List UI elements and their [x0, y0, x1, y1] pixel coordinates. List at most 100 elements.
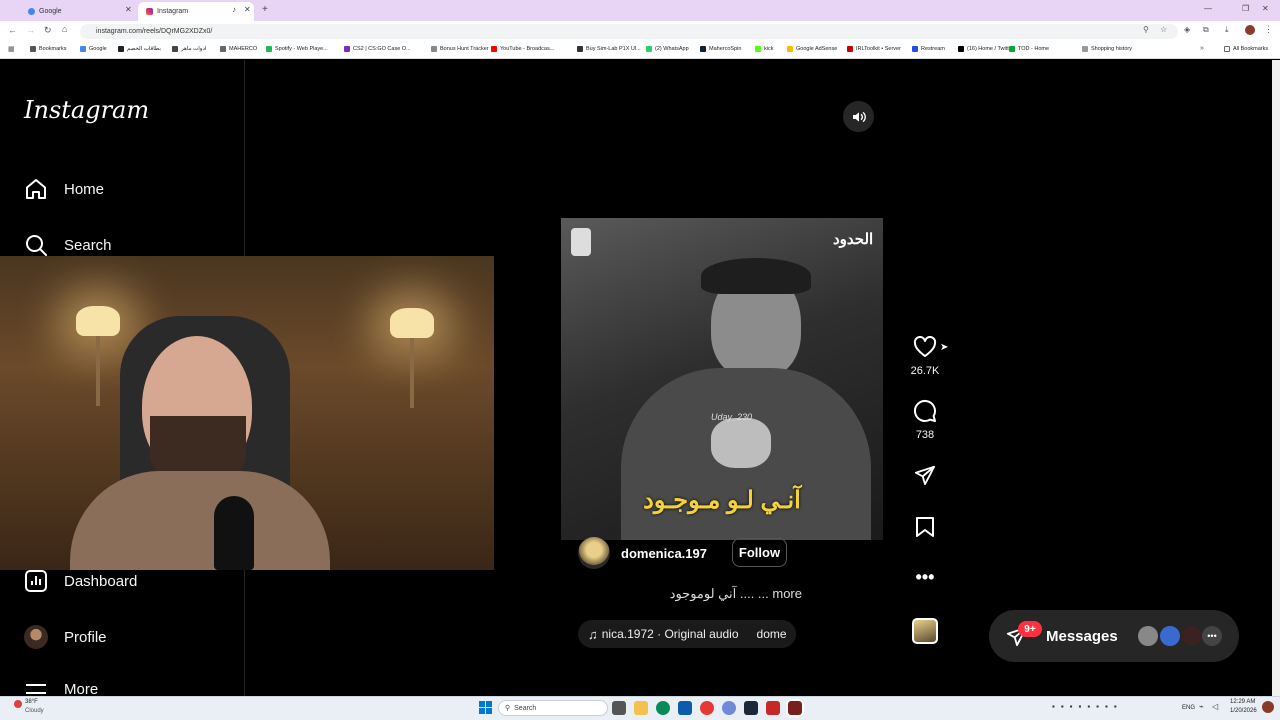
- minimize-icon[interactable]: —: [1204, 4, 1212, 13]
- bookmark-item[interactable]: MahercoSpin: [700, 46, 741, 52]
- bookmark-item[interactable]: بطاقات الخصم: [118, 46, 161, 52]
- bookmark-item[interactable]: (16) Home / Twitter: [958, 46, 1014, 52]
- extensions-puzzle-icon[interactable]: ⧉: [1203, 25, 1209, 35]
- system-tray-icons[interactable]: ▪▪▪▪▪▪▪▪: [1052, 702, 1123, 711]
- bookmark-favicon-icon: [787, 46, 793, 52]
- bookmark-item[interactable]: kick: [755, 46, 773, 52]
- tab-audio-icon[interactable]: ♪: [232, 5, 236, 14]
- bookmark-item[interactable]: Restream: [912, 46, 945, 52]
- all-bookmarks-button[interactable]: All Bookmarks: [1224, 46, 1268, 52]
- bookmark-item[interactable]: ادوات ماهر: [172, 46, 206, 52]
- reel-author-username[interactable]: domenica.197: [621, 546, 711, 561]
- chrome-icon[interactable]: [700, 701, 714, 715]
- bookmark-label: Google AdSense: [796, 46, 838, 52]
- file-explorer-icon[interactable]: [634, 701, 648, 715]
- reel-audio-thumbnail[interactable]: [912, 618, 938, 644]
- page-scrollbar[interactable]: [1272, 60, 1280, 696]
- volume-icon[interactable]: ◁: [1212, 702, 1218, 711]
- sidebar-item-profile[interactable]: Profile: [24, 625, 107, 649]
- reel-author-avatar[interactable]: [578, 537, 610, 569]
- reload-icon[interactable]: ↻: [44, 25, 52, 36]
- zoom-icon[interactable]: ⚲: [1143, 25, 1149, 34]
- follow-button[interactable]: Follow: [732, 538, 787, 567]
- weather-temp[interactable]: 38°F: [25, 699, 38, 705]
- sidebar-item-search[interactable]: Search: [24, 233, 112, 257]
- bookmark-label: Bookmarks: [39, 46, 67, 52]
- menu-kebab-icon[interactable]: ⋮: [1264, 24, 1273, 35]
- bookmark-item[interactable]: TOD - Home: [1009, 46, 1049, 52]
- obs-app-icon[interactable]: [766, 701, 780, 715]
- volume-button[interactable]: [843, 101, 874, 132]
- avatar[interactable]: [1245, 25, 1255, 35]
- url-input[interactable]: instagram.com/reels/DQrMG2XDZx0/: [80, 24, 1178, 39]
- taskbar-search-label: Search: [514, 704, 537, 712]
- close-window-icon[interactable]: ✕: [1262, 4, 1269, 13]
- back-icon[interactable]: ←: [8, 25, 17, 35]
- bookmark-item[interactable]: Google: [80, 46, 107, 52]
- steam-icon[interactable]: [744, 701, 758, 715]
- instagram-logo[interactable]: Instagram: [24, 96, 149, 124]
- bookmark-star-icon[interactable]: ☆: [1160, 25, 1167, 34]
- bookmark-favicon-icon: [700, 46, 706, 52]
- bookmark-label: بطاقات الخصم: [127, 46, 161, 52]
- more-options-icon[interactable]: •••: [910, 566, 940, 588]
- close-tab-icon[interactable]: ✕: [125, 5, 132, 14]
- sidebar-item-home[interactable]: Home: [24, 177, 104, 201]
- bookmark-item[interactable]: Bonus Hunt Tracker: [431, 46, 489, 52]
- taskbar-search-box[interactable]: ⚲ Search: [498, 700, 608, 716]
- bookmark-favicon-icon: [220, 46, 226, 52]
- extension-icon[interactable]: ◈: [1184, 25, 1190, 34]
- bookmark-favicon-icon: [30, 46, 36, 52]
- close-tab-icon[interactable]: ✕: [244, 5, 251, 14]
- tab-google[interactable]: Google: [20, 2, 138, 21]
- mouse-cursor-icon: ➤: [940, 342, 949, 353]
- language-indicator[interactable]: ENG: [1182, 705, 1195, 711]
- bookmark-label: Buy Sim-Lab P1X Ul...: [586, 46, 641, 52]
- bookmark-item[interactable]: IRLToolkit • Server: [847, 46, 901, 52]
- bookmark-item[interactable]: MAHERCO: [220, 46, 257, 52]
- bookmark-item[interactable]: Shopping history: [1082, 46, 1132, 52]
- home-icon: [26, 179, 46, 199]
- paper-plane-icon: [914, 465, 936, 486]
- store-icon[interactable]: [678, 701, 692, 715]
- bookmark-item[interactable]: Buy Sim-Lab P1X Ul...: [577, 46, 641, 52]
- forward-icon[interactable]: →: [26, 25, 35, 35]
- reel-caption[interactable]: آني لوموجود .... ... more: [580, 586, 802, 602]
- sidebar-item-dashboard[interactable]: Dashboard: [24, 569, 137, 593]
- bookmark-item[interactable]: Bookmarks: [30, 46, 67, 52]
- active-app-icon[interactable]: [786, 699, 804, 717]
- bookmarks-overflow-icon[interactable]: »: [1200, 45, 1204, 52]
- music-note-icon: ♫: [588, 626, 598, 642]
- like-button[interactable]: [910, 333, 940, 361]
- apps-grid-icon[interactable]: ▦: [8, 45, 15, 53]
- weather-desc[interactable]: Cloudy: [25, 708, 44, 714]
- bookmark-favicon-icon: [847, 46, 853, 52]
- reel-audio-pill[interactable]: ♫ nica.1972 · Original audio dome: [578, 620, 796, 648]
- maximize-icon[interactable]: ❐: [1242, 4, 1249, 13]
- tab-instagram[interactable]: Instagram: [138, 2, 254, 21]
- home-icon[interactable]: ⌂: [62, 24, 67, 34]
- bookmark-item[interactable]: Spotify - Web Playe...: [266, 46, 328, 52]
- task-view-icon[interactable]: [612, 701, 626, 715]
- like-count: 26.7K: [910, 365, 940, 377]
- share-button[interactable]: [910, 461, 940, 489]
- downloads-icon[interactable]: ⤓: [1225, 25, 1229, 35]
- clock-date[interactable]: 1/20/2026: [1230, 708, 1257, 714]
- notification-avatar[interactable]: [1262, 701, 1274, 713]
- discord-icon[interactable]: [722, 701, 736, 715]
- save-button[interactable]: [910, 513, 940, 541]
- bookmark-item[interactable]: (2) WhatsApp: [646, 46, 689, 52]
- bookmark-item[interactable]: CS2 | CS:GO Case O...: [344, 46, 411, 52]
- bookmark-item[interactable]: YouTube - Broadcas...: [491, 46, 554, 52]
- reel-audio-label: nica.1972 · Original audio: [601, 627, 739, 641]
- comment-button[interactable]: [910, 397, 940, 425]
- bookmark-item[interactable]: Google AdSense: [787, 46, 837, 52]
- new-tab-icon[interactable]: +: [262, 4, 268, 15]
- sidebar-item-more[interactable]: More: [24, 681, 98, 696]
- messages-more-icon: •••: [1202, 626, 1222, 646]
- windows-start-icon[interactable]: [479, 701, 492, 714]
- reel-video[interactable]: الحدود Uday_230 آنـي لـو مـوجـود: [561, 218, 883, 540]
- edge-browser-icon[interactable]: [656, 701, 670, 715]
- network-icon[interactable]: ⌁: [1199, 702, 1204, 711]
- clock-time[interactable]: 12:29 AM: [1230, 699, 1255, 705]
